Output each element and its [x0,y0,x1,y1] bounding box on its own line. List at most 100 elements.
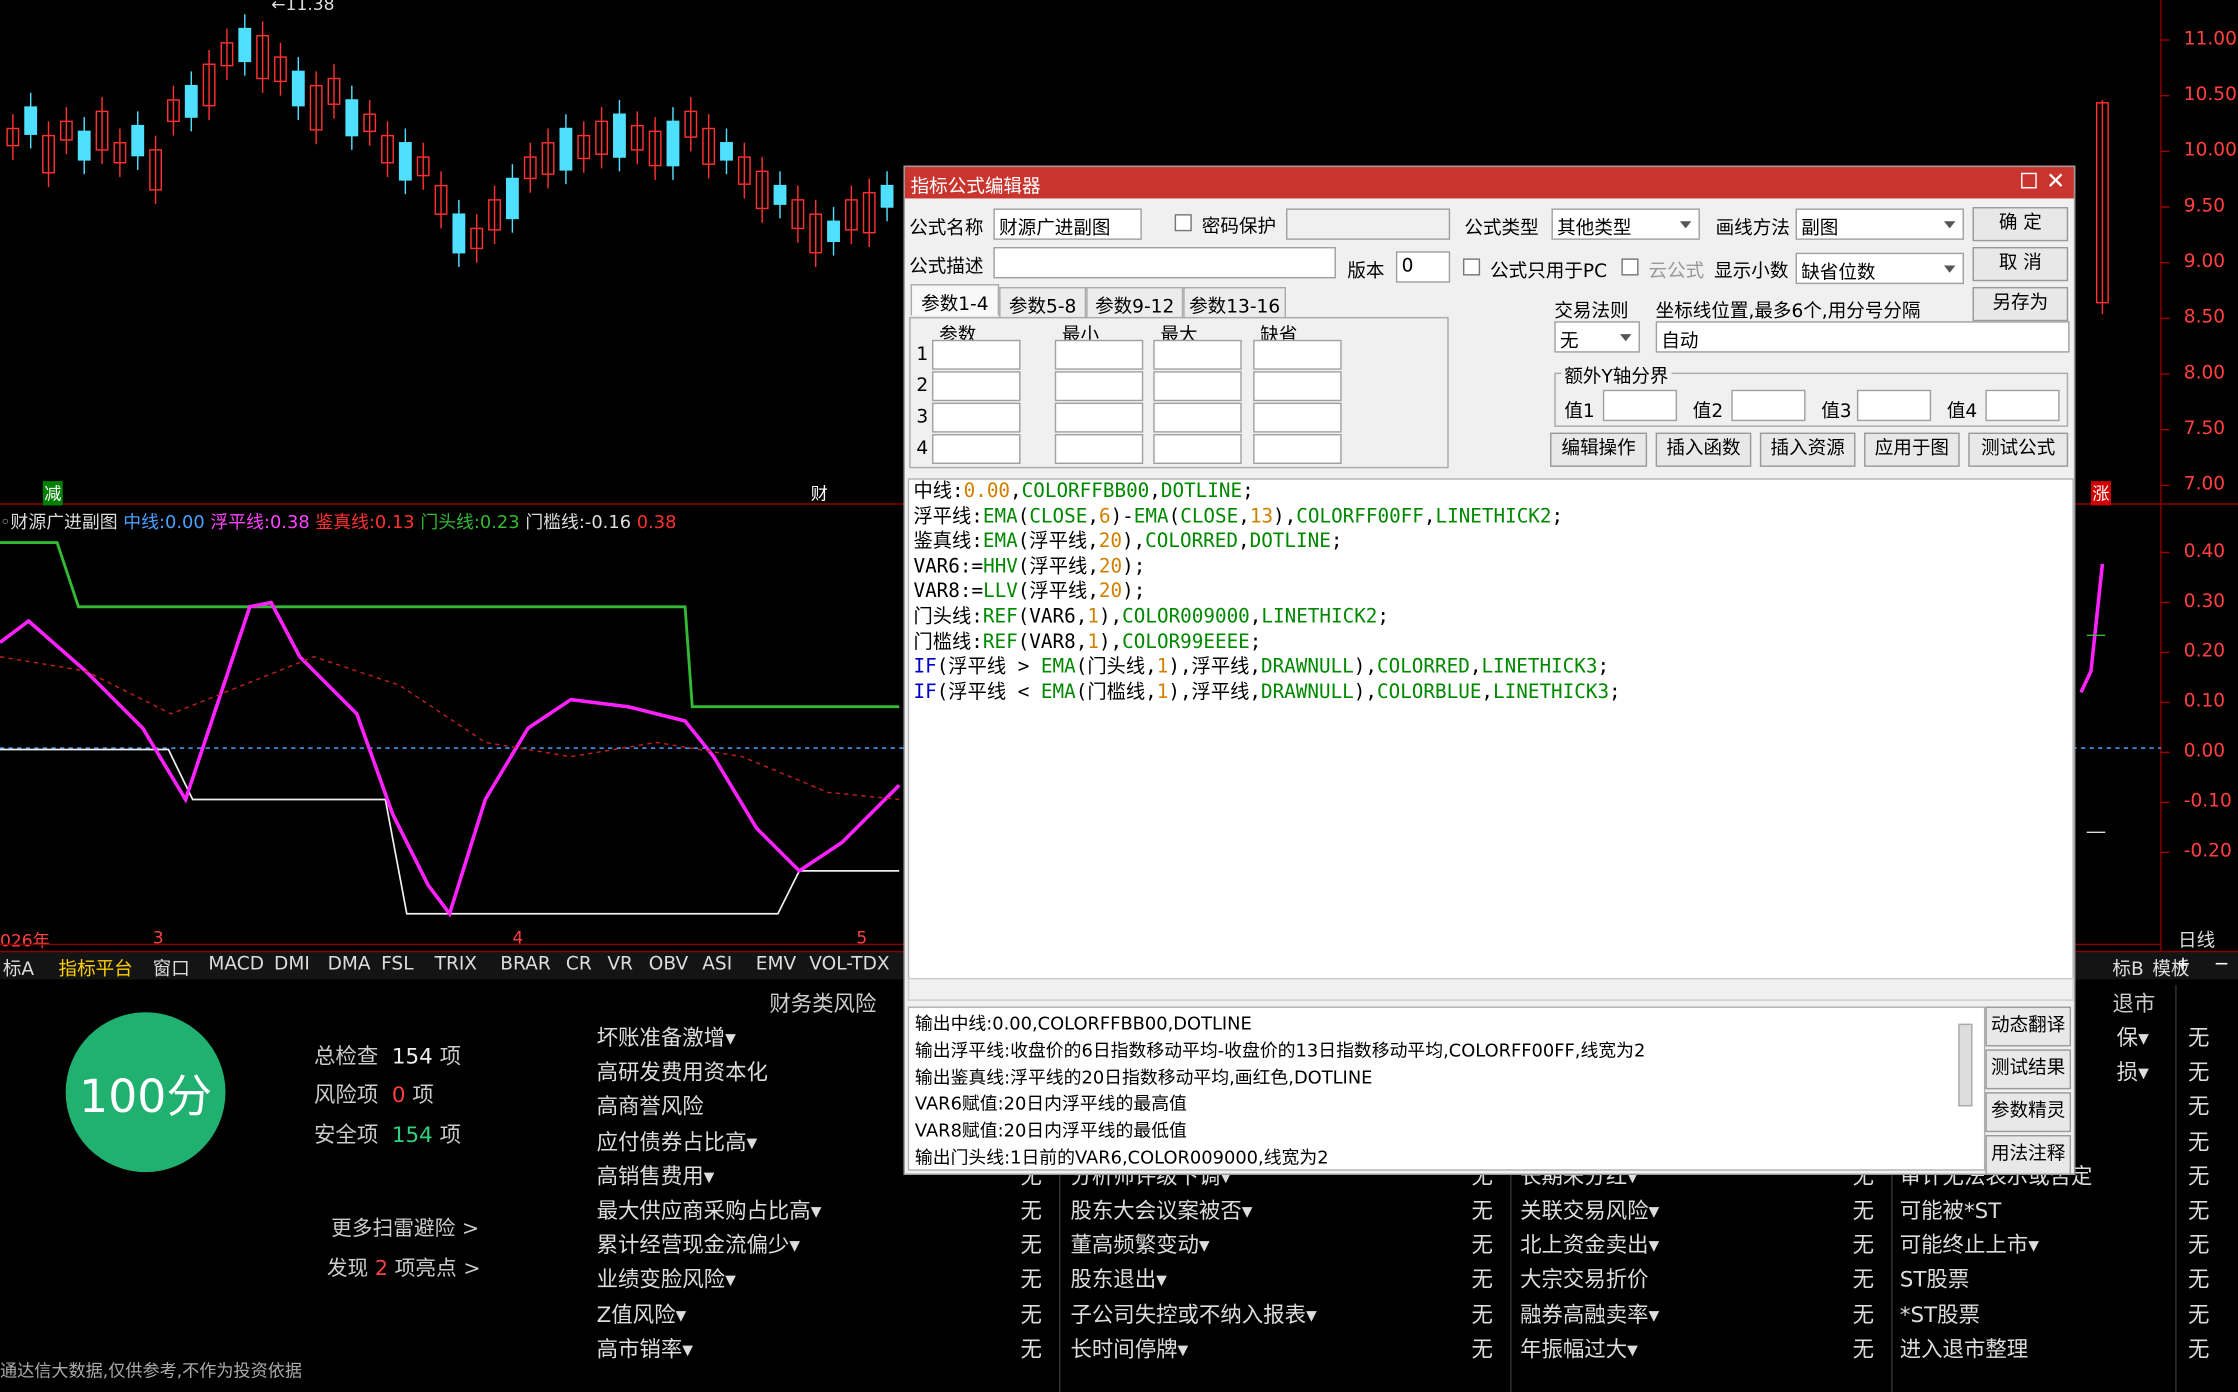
v1-input[interactable] [1602,389,1678,422]
risk-item[interactable]: 保▾ [2117,1022,2149,1052]
risk-item[interactable]: 年振幅过大▾ [1520,1333,1638,1363]
param-cell[interactable] [1054,371,1144,402]
param-cell[interactable] [932,434,1021,464]
ok-button[interactable]: 确 定 [1972,207,2069,242]
risk-item[interactable]: 高研发费用资本化 [597,1057,768,1087]
test-formula-button[interactable]: 测试公式 [1968,432,2069,467]
risk-item[interactable]: ST股票 [1900,1264,1969,1294]
param-cell[interactable] [1153,402,1242,433]
param-cell[interactable] [1153,434,1242,464]
tab-vr[interactable]: VR [607,954,633,975]
formula-code-editor[interactable]: 中线:0.00,COLORFFBB00,DOTLINE; 浮平线:EMA(CLOS… [907,478,2074,981]
highlights-link[interactable]: 发现 2 项亮点 > [327,1252,481,1282]
param-cell[interactable] [1054,434,1144,464]
save-as-button[interactable]: 另存为 [1972,286,2069,322]
pc-only-checkbox[interactable] [1462,258,1481,276]
maximize-icon[interactable] [2021,172,2037,189]
tab-标a[interactable]: 标A [3,954,34,980]
tab-asi[interactable]: ASI [702,954,732,975]
param-cell[interactable] [932,371,1021,402]
risk-item[interactable]: 高市销率▾ [597,1333,693,1363]
v4-input[interactable] [1985,389,2060,422]
risk-item[interactable]: Z值风险▾ [597,1299,687,1329]
risk-item[interactable]: 关联交易风险▾ [1520,1195,1659,1225]
edit-ops-button[interactable]: 编辑操作 [1550,432,1648,467]
risk-item[interactable]: 坏账准备激增▾ [597,1022,736,1052]
risk-item[interactable]: 可能终止上市▾ [1900,1230,2039,1260]
tab-cr[interactable]: CR [566,954,592,975]
param-wizard-button[interactable]: 参数精灵 [1985,1092,2072,1133]
param-tab-2[interactable]: 参数5-8 [999,286,1087,319]
param-cell[interactable] [932,402,1021,433]
tab-macd[interactable]: MACD [208,954,264,975]
output-scrollbar[interactable] [1958,1023,1973,1107]
risk-item[interactable]: 股东大会议案被否▾ [1070,1195,1252,1225]
risk-item[interactable]: 累计经营现金流偏少▾ [597,1230,800,1260]
risk-item[interactable]: 业绩变脸风险▾ [597,1264,736,1294]
dialog-titlebar[interactable]: 指标公式编辑器 ✕ [904,167,2074,199]
draw-select[interactable]: 副图 [1795,208,1964,240]
close-icon[interactable]: ✕ [2046,167,2065,194]
risk-item[interactable]: 可能被*ST [1900,1195,2002,1225]
param-tab-4[interactable]: 参数13-16 [1183,286,1286,319]
param-cell[interactable] [1153,339,1242,370]
param-cell[interactable] [1253,434,1342,464]
version-input[interactable]: 0 [1395,251,1451,283]
param-cell[interactable] [1253,402,1342,433]
risk-item[interactable]: 损▾ [2117,1057,2149,1087]
coord-input[interactable]: 自动 [1655,321,2070,353]
zoom-out-button[interactable]: − [2214,954,2230,975]
test-result-button[interactable]: 测试结果 [1985,1049,2072,1090]
param-cell[interactable] [1054,402,1144,433]
tab-obv[interactable]: OBV [649,954,688,975]
v3-input[interactable] [1856,389,1932,422]
tab-b[interactable]: 标B [2112,954,2143,980]
trade-select[interactable]: 无 [1554,321,1640,353]
risk-item[interactable]: 最大供应商采购占比高▾ [597,1195,822,1225]
insert-res-button[interactable]: 插入资源 [1759,432,1856,467]
risk-item[interactable]: 高销售费用▾ [597,1160,715,1190]
tab-brar[interactable]: BRAR [500,954,550,975]
more-mine-link[interactable]: 更多扫雷避险 > [331,1212,479,1242]
param-tab-3[interactable]: 参数9-12 [1086,286,1184,319]
risk-item[interactable]: 子公司失控或不纳入报表▾ [1070,1299,1316,1329]
name-input[interactable]: 财源广进副图 [993,208,1142,240]
param-cell[interactable] [1054,339,1144,370]
param-tab-1[interactable]: 参数1-4 [910,284,1000,316]
risk-item[interactable]: 长时间停牌▾ [1070,1333,1188,1363]
risk-item[interactable]: 高商誉风险 [597,1091,704,1121]
type-select[interactable]: 其他类型 [1551,208,1700,240]
risk-item[interactable]: 股东退出▾ [1070,1264,1166,1294]
tab-trix[interactable]: TRIX [435,954,477,975]
v2-input[interactable] [1731,389,1806,422]
tab-窗口[interactable]: 窗口 [153,954,190,980]
risk-item[interactable]: 董高频繁变动▾ [1070,1230,1209,1260]
risk-item[interactable]: 北上资金卖出▾ [1520,1230,1659,1260]
zoom-in-button[interactable]: + [2175,954,2191,975]
risk-item[interactable]: *ST股票 [1900,1299,1980,1329]
decimal-select[interactable]: 缺省位数 [1795,252,1964,285]
desc-input[interactable] [993,246,1336,279]
risk-item[interactable]: 融券高融卖率▾ [1520,1299,1659,1329]
param-cell[interactable] [1153,371,1242,402]
period-label[interactable]: 日线 [2178,925,2215,952]
risk-item[interactable]: 进入退市整理 [1900,1333,2028,1363]
insert-func-button[interactable]: 插入函数 [1655,432,1752,467]
dynamic-translate-button[interactable]: 动态翻译 [1985,1006,2072,1047]
password-checkbox[interactable] [1174,214,1192,232]
usage-notes-button[interactable]: 用法注释 [1985,1135,2072,1175]
tab-fsl[interactable]: FSL [381,954,413,975]
h-scrollbar[interactable] [907,977,2074,1001]
tab-dmi[interactable]: DMI [274,954,310,975]
cancel-button[interactable]: 取 消 [1972,246,2069,282]
risk-item[interactable]: 大宗交易折价 [1520,1264,1648,1294]
tab-vol-tdx[interactable]: VOL-TDX [809,954,889,975]
param-cell[interactable] [932,339,1021,370]
tab-dma[interactable]: DMA [328,954,371,975]
risk-item[interactable]: 应付债券占比高▾ [597,1126,758,1156]
apply-chart-button[interactable]: 应用于图 [1864,432,1960,467]
param-cell[interactable] [1253,371,1342,402]
tab-指标平台[interactable]: 指标平台 [59,954,133,980]
tab-emv[interactable]: EMV [756,954,796,975]
cloud-checkbox[interactable] [1621,258,1639,276]
